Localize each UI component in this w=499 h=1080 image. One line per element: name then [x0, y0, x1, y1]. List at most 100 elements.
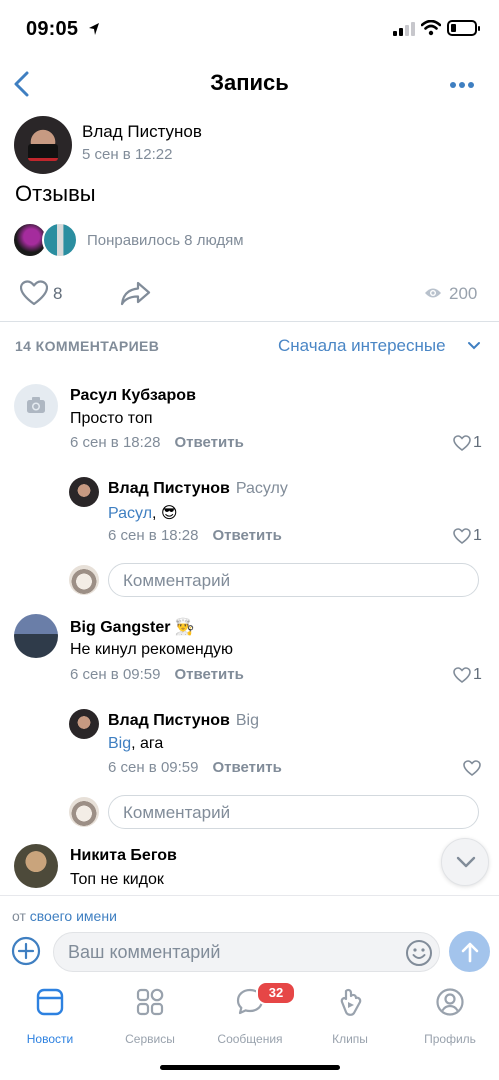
comment-meta: 6 сен в 09:59 Ответить [108, 759, 282, 776]
comment-like-count: 1 [473, 434, 482, 451]
comment-meta: 6 сен в 18:28 Ответить [70, 434, 244, 451]
comment-meta: 6 сен в 18:28 Ответить [108, 527, 282, 544]
comment-author[interactable]: Расул Кубзаров [70, 387, 196, 405]
camera-icon [27, 397, 45, 413]
comment-item: Никита Бегов Топ не кидок [0, 842, 499, 894]
reply-button[interactable]: Ответить [174, 434, 243, 451]
comment-author[interactable]: Влад Пистунов Расулу [108, 480, 288, 498]
reply-item: Влад Пистунов Расулу Расул, 😎 6 сен в 18:… [0, 472, 499, 552]
reply-button[interactable]: Ответить [174, 666, 243, 683]
news-icon [36, 988, 64, 1016]
status-time: 09:05 [26, 18, 79, 40]
reply-item: Влад Пистунов Big Big, ага 6 сен в 09:59 О… [0, 704, 499, 784]
send-button[interactable] [449, 931, 490, 972]
navigation-bar: Запись [0, 60, 499, 110]
liker-avatar [42, 222, 78, 258]
commenter-avatar[interactable] [14, 614, 58, 658]
share-arrow-icon[interactable] [120, 280, 152, 306]
home-indicator[interactable] [160, 1065, 340, 1070]
comments-count: 14 КОММЕНТАРИЕВ [15, 338, 160, 354]
comment-input-placeholder: Ваш комментарий [68, 942, 221, 962]
likers-row[interactable]: Понравилось 8 людям [12, 222, 482, 262]
page-title: Запись [210, 70, 289, 95]
commenter-avatar[interactable] [14, 384, 58, 428]
comments-header: 14 КОММЕНТАРИЕВ Сначала интересные [0, 334, 499, 362]
services-icon [136, 988, 164, 1016]
cellular-signal-icon [393, 22, 415, 36]
mention-link[interactable]: Расул [108, 505, 152, 522]
comment-like-icon[interactable] [453, 667, 471, 683]
tab-news[interactable]: Новости [0, 987, 100, 1047]
input-placeholder: Комментарий [123, 571, 231, 590]
divider [0, 321, 499, 322]
post-text: Отзывы [15, 181, 96, 206]
tab-bar: Новости Сервисы 32 Сообщения Клипы Профи… [0, 977, 499, 1080]
comment-like-icon[interactable] [463, 760, 481, 776]
add-attachment-icon[interactable] [11, 936, 41, 966]
tab-clips[interactable]: Клипы [300, 987, 400, 1047]
comment-author[interactable]: Big Gangster 👨‍🍳 [70, 617, 195, 637]
post-author[interactable]: Влад Пистунов [82, 122, 202, 142]
views-eye-icon [425, 288, 441, 298]
comment-text: Просто топ [70, 410, 153, 427]
comment-author[interactable]: Влад Пистунов Big [108, 712, 259, 730]
author-emoji: 👨‍🍳 [174, 619, 195, 636]
tab-messages[interactable]: 32 Сообщения [200, 981, 300, 1047]
commenter-avatar[interactable] [69, 477, 99, 507]
reply-button[interactable]: Ответить [212, 759, 281, 776]
input-placeholder: Комментарий [123, 803, 231, 822]
commenter-avatar[interactable] [14, 844, 58, 888]
clips-icon [340, 988, 362, 1016]
location-arrow-icon [89, 23, 99, 35]
reply-comment-input[interactable]: Комментарий [108, 563, 479, 597]
chevron-down-icon [456, 856, 476, 868]
send-arrow-icon [461, 942, 479, 963]
emoji-smile-icon[interactable] [405, 939, 433, 967]
comment-text: Big, ага [108, 735, 164, 752]
comment-date: 6 сен в 09:59 [70, 666, 161, 683]
tab-profile[interactable]: Профиль [400, 987, 499, 1047]
comment-date: 6 сен в 18:28 [108, 527, 199, 544]
comment-item: Расул Кубзаров Просто топ 6 сен в 18:28 О… [0, 380, 499, 470]
wifi-icon [421, 20, 441, 36]
my-avatar [69, 565, 99, 595]
comment-meta: 6 сен в 09:59 Ответить [70, 666, 244, 683]
comment-like-icon[interactable] [453, 435, 471, 451]
reply-button[interactable]: Ответить [212, 527, 281, 544]
comment-like-count: 1 [473, 527, 482, 544]
battery-icon [447, 20, 480, 36]
comment-text: Не кинул рекомендую [70, 641, 234, 658]
my-avatar [69, 797, 99, 827]
mention-link[interactable]: Big [108, 735, 131, 752]
commenter-avatar[interactable] [69, 709, 99, 739]
comment-text: Расул, 😎 [108, 505, 178, 522]
liked-by-text: Понравилось 8 людям [87, 232, 244, 249]
post-header: Влад Пистунов 5 сен в 12:22 [0, 114, 499, 174]
likes-count: 8 [53, 284, 63, 303]
more-options-icon[interactable] [446, 73, 478, 97]
post-as-selector[interactable]: от своего имени [12, 908, 117, 924]
chevron-down-icon[interactable] [467, 341, 481, 351]
status-bar: 09:05 [0, 0, 499, 60]
reply-to-name: Big [235, 712, 259, 729]
scroll-down-button[interactable] [441, 838, 489, 886]
like-heart-icon[interactable] [20, 280, 48, 306]
reply-comment-input[interactable]: Комментарий [108, 795, 479, 829]
views-count: 200 [449, 284, 478, 303]
comment-like-count: 1 [473, 666, 482, 683]
profile-icon [436, 988, 464, 1016]
sort-selector[interactable]: Сначала интересные [278, 336, 446, 356]
comment-date: 6 сен в 09:59 [108, 759, 199, 776]
comment-input[interactable]: Ваш комментарий [53, 932, 440, 972]
reply-to-name: Расулу [235, 480, 288, 497]
post-actions: 8 200 [0, 274, 499, 314]
comment-author[interactable]: Никита Бегов [70, 847, 177, 865]
author-avatar[interactable] [14, 116, 72, 174]
comment-text: Топ не кидок [70, 871, 164, 888]
reply-bar: от своего имени Ваш комментарий [0, 895, 499, 975]
post-date: 5 сен в 12:22 [82, 146, 173, 163]
tab-services[interactable]: Сервисы [100, 987, 200, 1047]
unread-badge: 32 [256, 981, 296, 1005]
comment-like-icon[interactable] [453, 528, 471, 544]
comment-date: 6 сен в 18:28 [70, 434, 161, 451]
